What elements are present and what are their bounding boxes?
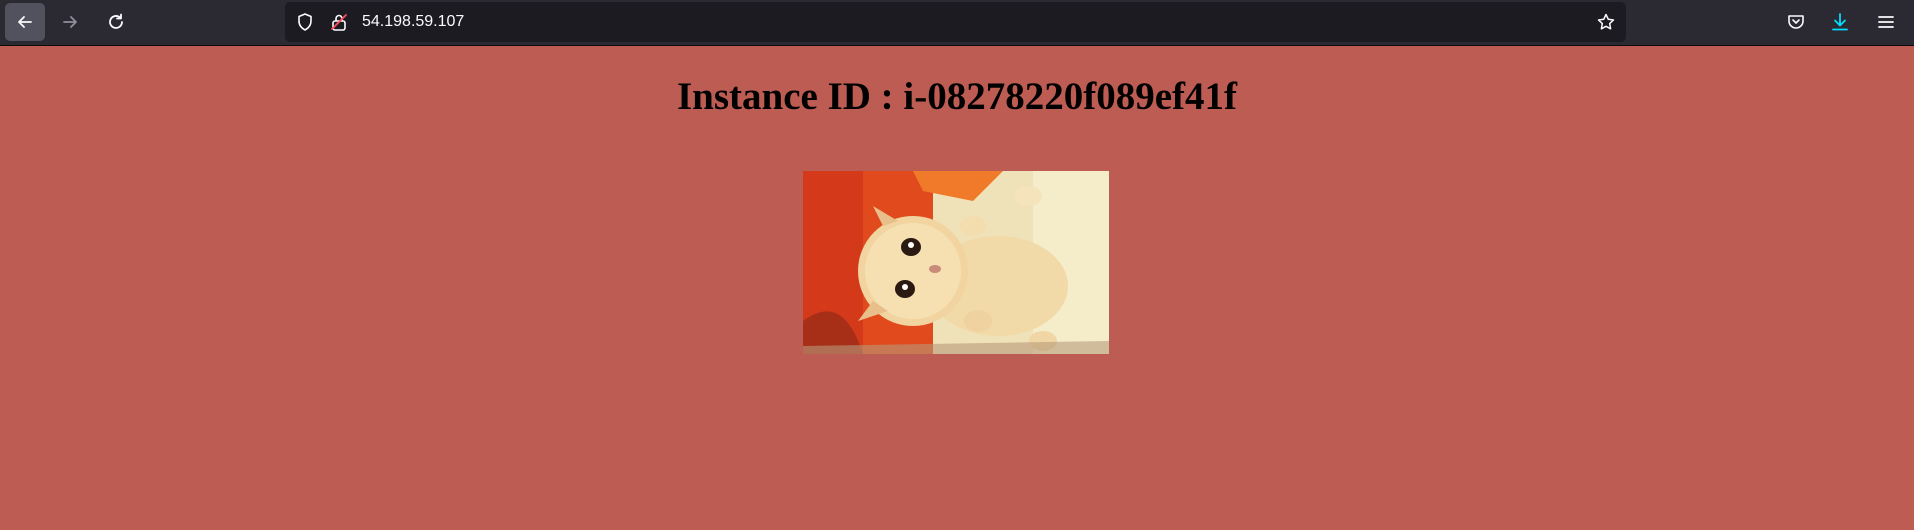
page-content: Instance ID : i-08278220f089ef41f — [0, 47, 1914, 530]
hamburger-menu-icon — [1878, 16, 1894, 28]
pocket-button[interactable] — [1776, 3, 1816, 41]
shield-icon[interactable] — [295, 12, 315, 32]
arrow-right-icon — [63, 16, 77, 28]
star-icon[interactable] — [1596, 12, 1616, 32]
reload-button[interactable] — [96, 3, 136, 41]
reload-icon — [109, 13, 123, 29]
download-icon — [1832, 13, 1848, 31]
browser-toolbar: 54.198.59.107 — [0, 0, 1914, 46]
kitten-image — [803, 171, 1109, 354]
url-text[interactable]: 54.198.59.107 — [362, 2, 464, 42]
forward-button[interactable] — [50, 3, 90, 41]
lock-insecure-icon[interactable] — [329, 12, 349, 32]
arrow-left-icon — [18, 16, 32, 28]
page-title: Instance ID : i-08278220f089ef41f — [676, 75, 1237, 118]
back-button[interactable] — [5, 3, 45, 41]
app-menu-button[interactable] — [1866, 3, 1906, 41]
url-bar[interactable]: 54.198.59.107 — [285, 2, 1626, 42]
downloads-button[interactable] — [1820, 3, 1860, 41]
pocket-icon — [1788, 15, 1804, 29]
